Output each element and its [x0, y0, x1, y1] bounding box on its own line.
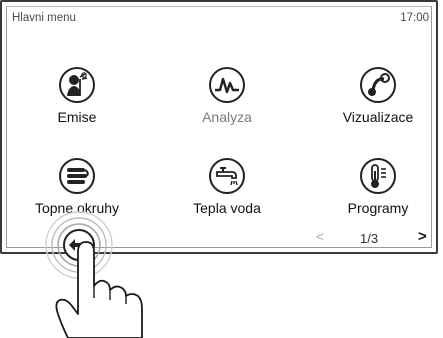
- menu-item-analyza[interactable]: Analyza: [167, 66, 287, 125]
- device-screen-photo: Hlavni menu 17:00 Emise Analyza Vizualiz…: [0, 0, 443, 338]
- menu-item-programy[interactable]: Programy: [318, 157, 438, 216]
- menu-item-label: Tepla voda: [193, 200, 261, 216]
- menu-item-emise[interactable]: Emise: [17, 66, 137, 125]
- chimney-sweep-icon: [59, 67, 95, 103]
- hot-water-tap-icon: [209, 158, 245, 194]
- heating-circuits-icon: [59, 158, 95, 194]
- analysis-graph-icon: [209, 67, 245, 103]
- thermometer-programs-icon: [360, 158, 396, 194]
- visualization-icon: [360, 67, 396, 103]
- menu-item-label: Emise: [57, 109, 97, 125]
- pager-next-button[interactable]: >: [418, 228, 427, 245]
- menu-item-vizualizace[interactable]: Vizualizace: [318, 66, 438, 125]
- pager-indicator: 1/3: [360, 231, 379, 246]
- menu-item-topne-okruhy[interactable]: Topne okruhy: [17, 157, 137, 216]
- menu-item-label: Vizualizace: [342, 109, 414, 125]
- clock: 17:00: [400, 12, 429, 24]
- menu-item-tepla-voda[interactable]: Tepla voda: [167, 157, 287, 216]
- page-title: Hlavni menu: [12, 12, 76, 24]
- pointing-hand-icon: [55, 241, 143, 338]
- pager-prev-button[interactable]: <: [316, 229, 324, 244]
- menu-item-label: Analyza: [202, 109, 252, 125]
- menu-item-label: Programy: [347, 200, 409, 216]
